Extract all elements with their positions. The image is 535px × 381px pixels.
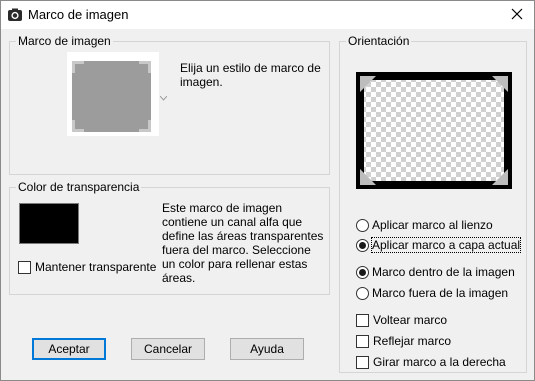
orientation-preview xyxy=(356,72,512,189)
camera-icon xyxy=(7,7,23,23)
keep-transparent-checkbox[interactable]: Mantener transparente xyxy=(18,260,156,274)
apply-to-canvas-radio[interactable]: Aplicar marco al lienzo xyxy=(356,218,493,232)
keep-transparent-label: Mantener transparente xyxy=(35,260,157,274)
chevron-down-icon[interactable] xyxy=(159,90,168,104)
frame-preview-thumbnail xyxy=(67,52,159,136)
apply-to-canvas-label: Aplicar marco al lienzo xyxy=(372,218,493,232)
frame-outside-label: Marco fuera de la imagen xyxy=(372,286,509,300)
cancel-button-label: Cancelar xyxy=(143,342,193,356)
frame-inside-radio[interactable]: Marco dentro de la imagen xyxy=(356,265,515,279)
frame-outside-radio[interactable]: Marco fuera de la imagen xyxy=(356,286,508,300)
frame-inside-label: Marco dentro de la imagen xyxy=(372,265,515,279)
transparency-description: Este marco de imagen contiene un canal a… xyxy=(162,201,324,285)
mirror-frame-checkbox[interactable]: Reflejar marco xyxy=(356,334,451,348)
transparency-color-swatch[interactable] xyxy=(19,203,79,244)
help-button-label: Ayuda xyxy=(250,342,284,356)
close-icon xyxy=(511,8,523,23)
frame-style-picker[interactable] xyxy=(67,52,159,136)
rotate-frame-box[interactable] xyxy=(356,355,369,369)
dialog-window: Marco de imagen Marco de imagen Elija un… xyxy=(0,0,535,381)
keep-transparent-box[interactable] xyxy=(18,260,31,274)
apply-to-layer-radio[interactable]: Aplicar marco a capa actual xyxy=(356,237,522,253)
ok-button-label: Aceptar xyxy=(48,342,90,356)
frame-outside-radio-circle[interactable] xyxy=(356,286,369,300)
flip-frame-label: Voltear marco xyxy=(373,313,448,327)
frame-inside-radio-circle[interactable] xyxy=(356,265,369,279)
rotate-frame-label: Girar marco a la derecha xyxy=(373,355,506,369)
frame-style-description: Elija un estilo de marco de imagen. xyxy=(180,61,321,89)
apply-to-layer-radio-circle[interactable] xyxy=(356,238,369,252)
frame-style-group-label: Marco de imagen xyxy=(16,34,113,48)
flip-frame-box[interactable] xyxy=(356,313,369,327)
orientation-group: Orientación Aplicar marco al lienzo Apli xyxy=(339,34,527,373)
apply-to-canvas-radio-circle[interactable] xyxy=(356,218,369,232)
help-button[interactable]: Ayuda xyxy=(230,338,304,360)
orientation-group-label: Orientación xyxy=(346,34,412,48)
title-bar: Marco de imagen xyxy=(1,1,534,29)
transparency-color-group: Color de transparencia Mantener transpar… xyxy=(9,180,330,295)
mirror-frame-box[interactable] xyxy=(356,334,369,348)
apply-to-layer-label: Aplicar marco a capa actual xyxy=(370,237,522,253)
close-button[interactable] xyxy=(500,1,534,29)
mirror-frame-label: Reflejar marco xyxy=(373,334,452,348)
frame-style-group: Marco de imagen Elija un estilo de marco… xyxy=(9,34,330,175)
window-title: Marco de imagen xyxy=(28,7,129,22)
cancel-button[interactable]: Cancelar xyxy=(131,338,205,360)
ok-button[interactable]: Aceptar xyxy=(32,338,106,360)
rotate-frame-checkbox[interactable]: Girar marco a la derecha xyxy=(356,355,506,369)
transparency-color-group-label: Color de transparencia xyxy=(16,180,142,194)
flip-frame-checkbox[interactable]: Voltear marco xyxy=(356,313,447,327)
